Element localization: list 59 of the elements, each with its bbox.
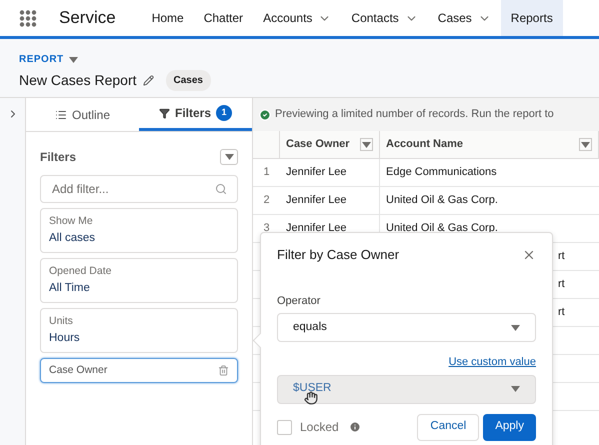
nav-item[interactable]: Accounts	[253, 0, 342, 36]
locked-label: Locked	[300, 419, 339, 436]
filters-menu-button[interactable]	[220, 149, 238, 165]
panel-tab[interactable]: Outline	[26, 98, 139, 131]
cancel-button[interactable]: Cancel	[417, 414, 480, 440]
apply-button[interactable]: Apply	[483, 414, 536, 440]
operator-select[interactable]: equals	[277, 313, 536, 342]
caret-icon	[68, 56, 78, 62]
popover-title: Filter by Case Owner	[277, 246, 400, 264]
filter-card[interactable]: Show Me All cases	[40, 208, 238, 253]
filter-card[interactable]: Opened Date All Time	[40, 258, 238, 303]
row-number: 1	[263, 165, 270, 180]
app-name: Service	[59, 7, 116, 30]
nav-item[interactable]: Cases	[428, 0, 501, 36]
nav-item[interactable]: Home	[142, 0, 194, 36]
caret-icon	[511, 324, 520, 330]
info-icon[interactable]	[348, 421, 361, 433]
caret-icon	[362, 142, 371, 148]
row-number: 3	[263, 221, 270, 236]
caret-icon	[511, 386, 520, 392]
table-cell-text: rt	[558, 249, 565, 264]
filter-card[interactable]: Case Owner	[40, 358, 238, 383]
report-type-badge: Cases	[166, 70, 211, 91]
table-cell-text: Jennifer Lee	[286, 165, 347, 180]
add-filter-field[interactable]: Add filter...	[40, 175, 238, 203]
trash-icon[interactable]	[218, 365, 229, 376]
column-menu-button[interactable]	[360, 138, 373, 151]
table-cell-text: Jennifer Lee	[286, 221, 347, 236]
pencil-icon[interactable]	[142, 75, 154, 86]
column-header[interactable]: Account Name	[380, 131, 599, 158]
count-badge: 1	[216, 105, 232, 121]
column-menu-button[interactable]	[579, 138, 592, 151]
check-circle-icon	[259, 108, 271, 120]
table-cell-text: Jennifer Lee	[286, 193, 347, 208]
report-title: New Cases Report	[19, 71, 136, 90]
locked-checkbox[interactable]	[277, 420, 292, 434]
operator-label: Operator	[277, 294, 320, 308]
filters-heading: Filters	[40, 149, 76, 166]
table-cell-text: United Oil & Gas Corp.	[386, 221, 498, 236]
table-cell-text: rt	[558, 305, 565, 320]
value-select[interactable]: $USER	[277, 374, 536, 404]
filter-icon	[158, 108, 170, 118]
filter-card[interactable]: Units Hours	[40, 308, 238, 353]
search-icon	[215, 183, 227, 195]
caret-icon	[581, 142, 590, 148]
report-label: REPORT	[19, 53, 64, 67]
caret-icon	[224, 154, 234, 160]
hand-pointer-icon	[304, 391, 318, 405]
nav-item[interactable]: Chatter	[194, 0, 254, 36]
table-cell-text: Edge Communications	[386, 165, 497, 180]
app-launcher-icon[interactable]	[19, 10, 37, 26]
row-number: 2	[263, 193, 270, 208]
table-cell-text: rt	[558, 277, 565, 292]
nav-item[interactable]: Contacts	[341, 0, 428, 36]
preview-notice: Previewing a limited number of records. Run the report to	[253, 98, 599, 131]
nav-item[interactable]: Reports	[500, 0, 563, 36]
custom-value-link[interactable]: Use custom value	[448, 354, 536, 370]
column-header[interactable]: Case Owner	[280, 131, 380, 158]
table-cell-text: United Oil & Gas Corp.	[386, 193, 498, 208]
